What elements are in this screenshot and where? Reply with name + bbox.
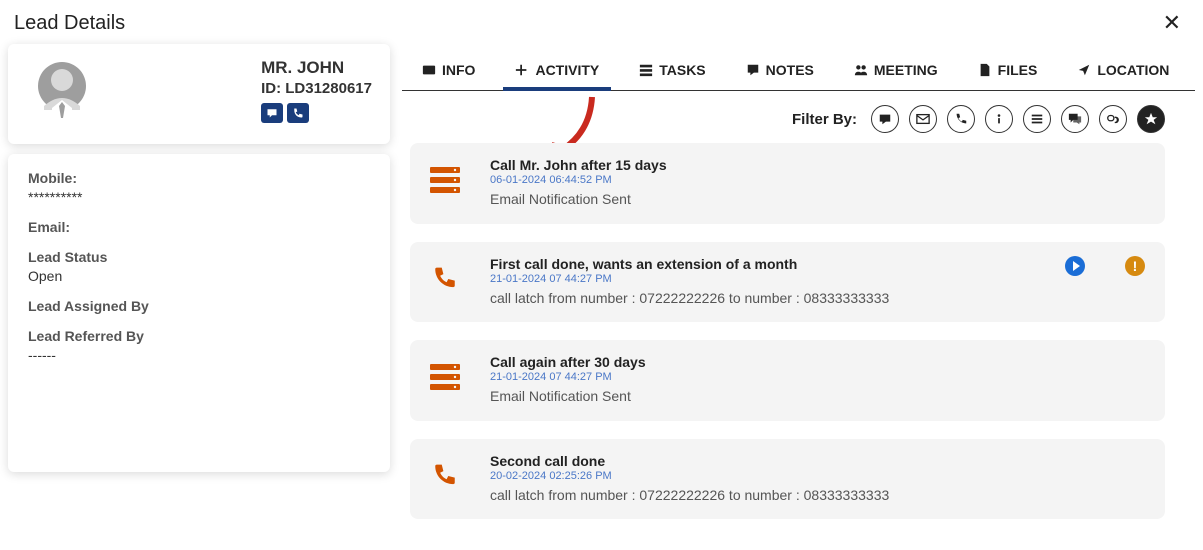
mobile-label: Mobile: — [28, 170, 370, 186]
activity-time: 20-02-2024 02:25:26 PM — [490, 470, 1145, 482]
lead-status-value: Open — [28, 268, 370, 284]
activity-time: 06-01-2024 06:44:52 PM — [490, 174, 1145, 186]
assigned-by-label: Lead Assigned By — [28, 298, 370, 314]
activity-item: Call again after 30 days 21-01-2024 07 4… — [410, 340, 1165, 421]
referred-by-label: Lead Referred By — [28, 328, 370, 344]
activity-time: 21-01-2024 07 44:27 PM — [490, 371, 1145, 383]
activity-title: Call again after 30 days — [490, 354, 1145, 370]
filter-chat-icon[interactable] — [871, 105, 899, 133]
play-icon[interactable] — [1065, 256, 1085, 276]
filter-star-icon[interactable] — [1137, 105, 1165, 133]
tab-tasks-label: TASKS — [659, 62, 705, 78]
lead-summary-card: MR. JOHN ID: LD31280617 — [8, 44, 390, 144]
page-title: Lead Details — [14, 12, 125, 35]
activity-item: Call Mr. John after 15 days 06-01-2024 0… — [410, 143, 1165, 224]
phone-icon — [428, 262, 462, 296]
filter-comment-icon[interactable] — [1061, 105, 1089, 133]
activity-list: Call Mr. John after 15 days 06-01-2024 0… — [402, 143, 1195, 519]
tab-location[interactable]: LOCATION — [1057, 50, 1189, 90]
activity-desc: Email Notification Sent — [490, 387, 1145, 407]
activity-title: Call Mr. John after 15 days — [490, 157, 1145, 173]
avatar — [26, 58, 98, 130]
filter-info-icon[interactable] — [985, 105, 1013, 133]
lead-name: MR. JOHN — [261, 58, 372, 78]
email-label: Email: — [28, 219, 370, 235]
call-button[interactable] — [287, 103, 309, 123]
activity-item: Second call done 20-02-2024 02:25:26 PM … — [410, 439, 1165, 520]
filter-email-icon[interactable] — [909, 105, 937, 133]
tab-info-label: INFO — [442, 62, 475, 78]
lead-status-label: Lead Status — [28, 249, 370, 265]
activity-time: 21-01-2024 07 44:27 PM — [490, 273, 1145, 285]
referred-by-value: ------ — [28, 347, 370, 363]
phone-icon — [428, 459, 462, 493]
tab-activity[interactable]: ACTIVITY — [495, 50, 619, 90]
tab-notes[interactable]: NOTES — [726, 50, 834, 90]
lead-details-card: Mobile: ********** Email: Lead Status Op… — [8, 154, 390, 472]
filter-link-icon[interactable] — [1099, 105, 1127, 133]
tab-files[interactable]: FILES — [958, 50, 1058, 90]
activity-desc: call latch from number : 07222222226 to … — [490, 486, 1145, 506]
filter-label: Filter By: — [792, 111, 857, 128]
filter-list-icon[interactable] — [1023, 105, 1051, 133]
activity-desc: Email Notification Sent — [490, 190, 1145, 210]
activity-title: Second call done — [490, 453, 1145, 469]
activity-title: First call done, wants an extension of a… — [490, 256, 1145, 272]
tab-files-label: FILES — [998, 62, 1038, 78]
warning-icon[interactable]: ! — [1125, 256, 1145, 276]
tab-tasks[interactable]: TASKS — [619, 50, 725, 90]
server-icon — [428, 163, 462, 197]
server-icon — [428, 360, 462, 394]
tab-info[interactable]: INFO — [402, 50, 495, 90]
tabs: INFO ACTIVITY TASKS NOTES MEETING FILES — [402, 50, 1195, 91]
lead-id: ID: LD31280617 — [261, 80, 372, 97]
tab-location-label: LOCATION — [1097, 62, 1169, 78]
message-button[interactable] — [261, 103, 283, 123]
filter-phone-icon[interactable] — [947, 105, 975, 133]
tab-meeting-label: MEETING — [874, 62, 938, 78]
tab-activity-label: ACTIVITY — [535, 62, 599, 78]
tab-notes-label: NOTES — [766, 62, 814, 78]
mobile-value: ********** — [28, 189, 370, 205]
tab-meeting[interactable]: MEETING — [834, 50, 958, 90]
activity-item: First call done, wants an extension of a… — [410, 242, 1165, 323]
activity-desc: call latch from number : 07222222226 to … — [490, 289, 1145, 309]
close-icon[interactable]: ✕ — [1159, 8, 1185, 38]
